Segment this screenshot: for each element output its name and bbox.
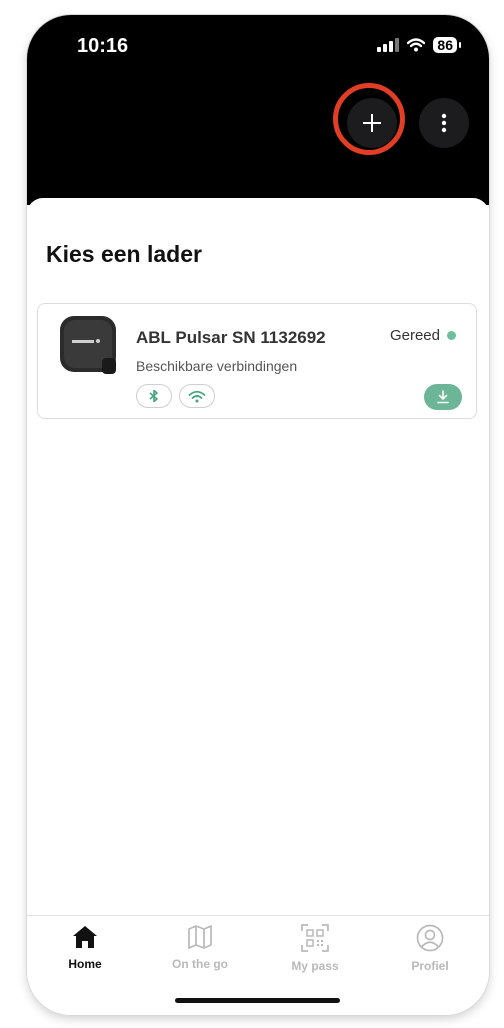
download-icon — [437, 390, 449, 404]
more-vertical-icon — [441, 113, 447, 133]
charger-card[interactable]: ABL Pulsar SN 1132692 Beschikbare verbin… — [37, 303, 477, 419]
status-time: 10:16 — [77, 35, 129, 57]
battery-level: 86 — [433, 37, 461, 53]
charger-device-image — [60, 316, 116, 374]
phone-screen: 10:16 86 Kies een lader ABL Pulsar SN 11… — [27, 15, 489, 1015]
tab-on-the-go[interactable]: On the go — [150, 924, 250, 971]
status-dot — [447, 331, 456, 340]
tab-my-pass[interactable]: My pass — [265, 924, 365, 973]
charger-name: ABL Pulsar SN 1132692 — [136, 328, 326, 347]
tab-label: Profiel — [411, 959, 449, 973]
home-indicator — [175, 998, 340, 1003]
connections-label: Beschikbare verbindingen — [136, 358, 298, 374]
tab-label: On the go — [172, 957, 228, 971]
home-icon — [73, 926, 97, 948]
tab-profiel[interactable]: Profiel — [380, 924, 480, 973]
qr-code-icon — [301, 924, 329, 952]
tab-home[interactable]: Home — [35, 924, 135, 971]
signal-icon — [377, 38, 400, 52]
status-label: Gereed — [389, 327, 440, 344]
bluetooth-icon — [149, 389, 158, 403]
bluetooth-chip — [136, 384, 172, 408]
map-icon — [188, 925, 212, 949]
charger-status: Gereed — [390, 327, 456, 344]
more-options-button[interactable] — [419, 98, 469, 148]
highlight-ring — [333, 83, 405, 155]
download-button[interactable] — [424, 384, 462, 410]
page-title: Kies een lader — [46, 241, 202, 267]
wifi-chip — [179, 384, 215, 408]
tab-label: Home — [68, 957, 102, 971]
status-icons: 86 — [377, 37, 461, 53]
tab-label: My pass — [291, 959, 339, 973]
profile-icon — [416, 924, 444, 952]
content-sheet: Kies een lader ABL Pulsar SN 1132692 Bes… — [27, 198, 489, 1015]
header-area: 10:16 86 — [27, 15, 489, 205]
wifi-icon — [188, 390, 206, 402]
wifi-status-icon — [407, 38, 426, 52]
